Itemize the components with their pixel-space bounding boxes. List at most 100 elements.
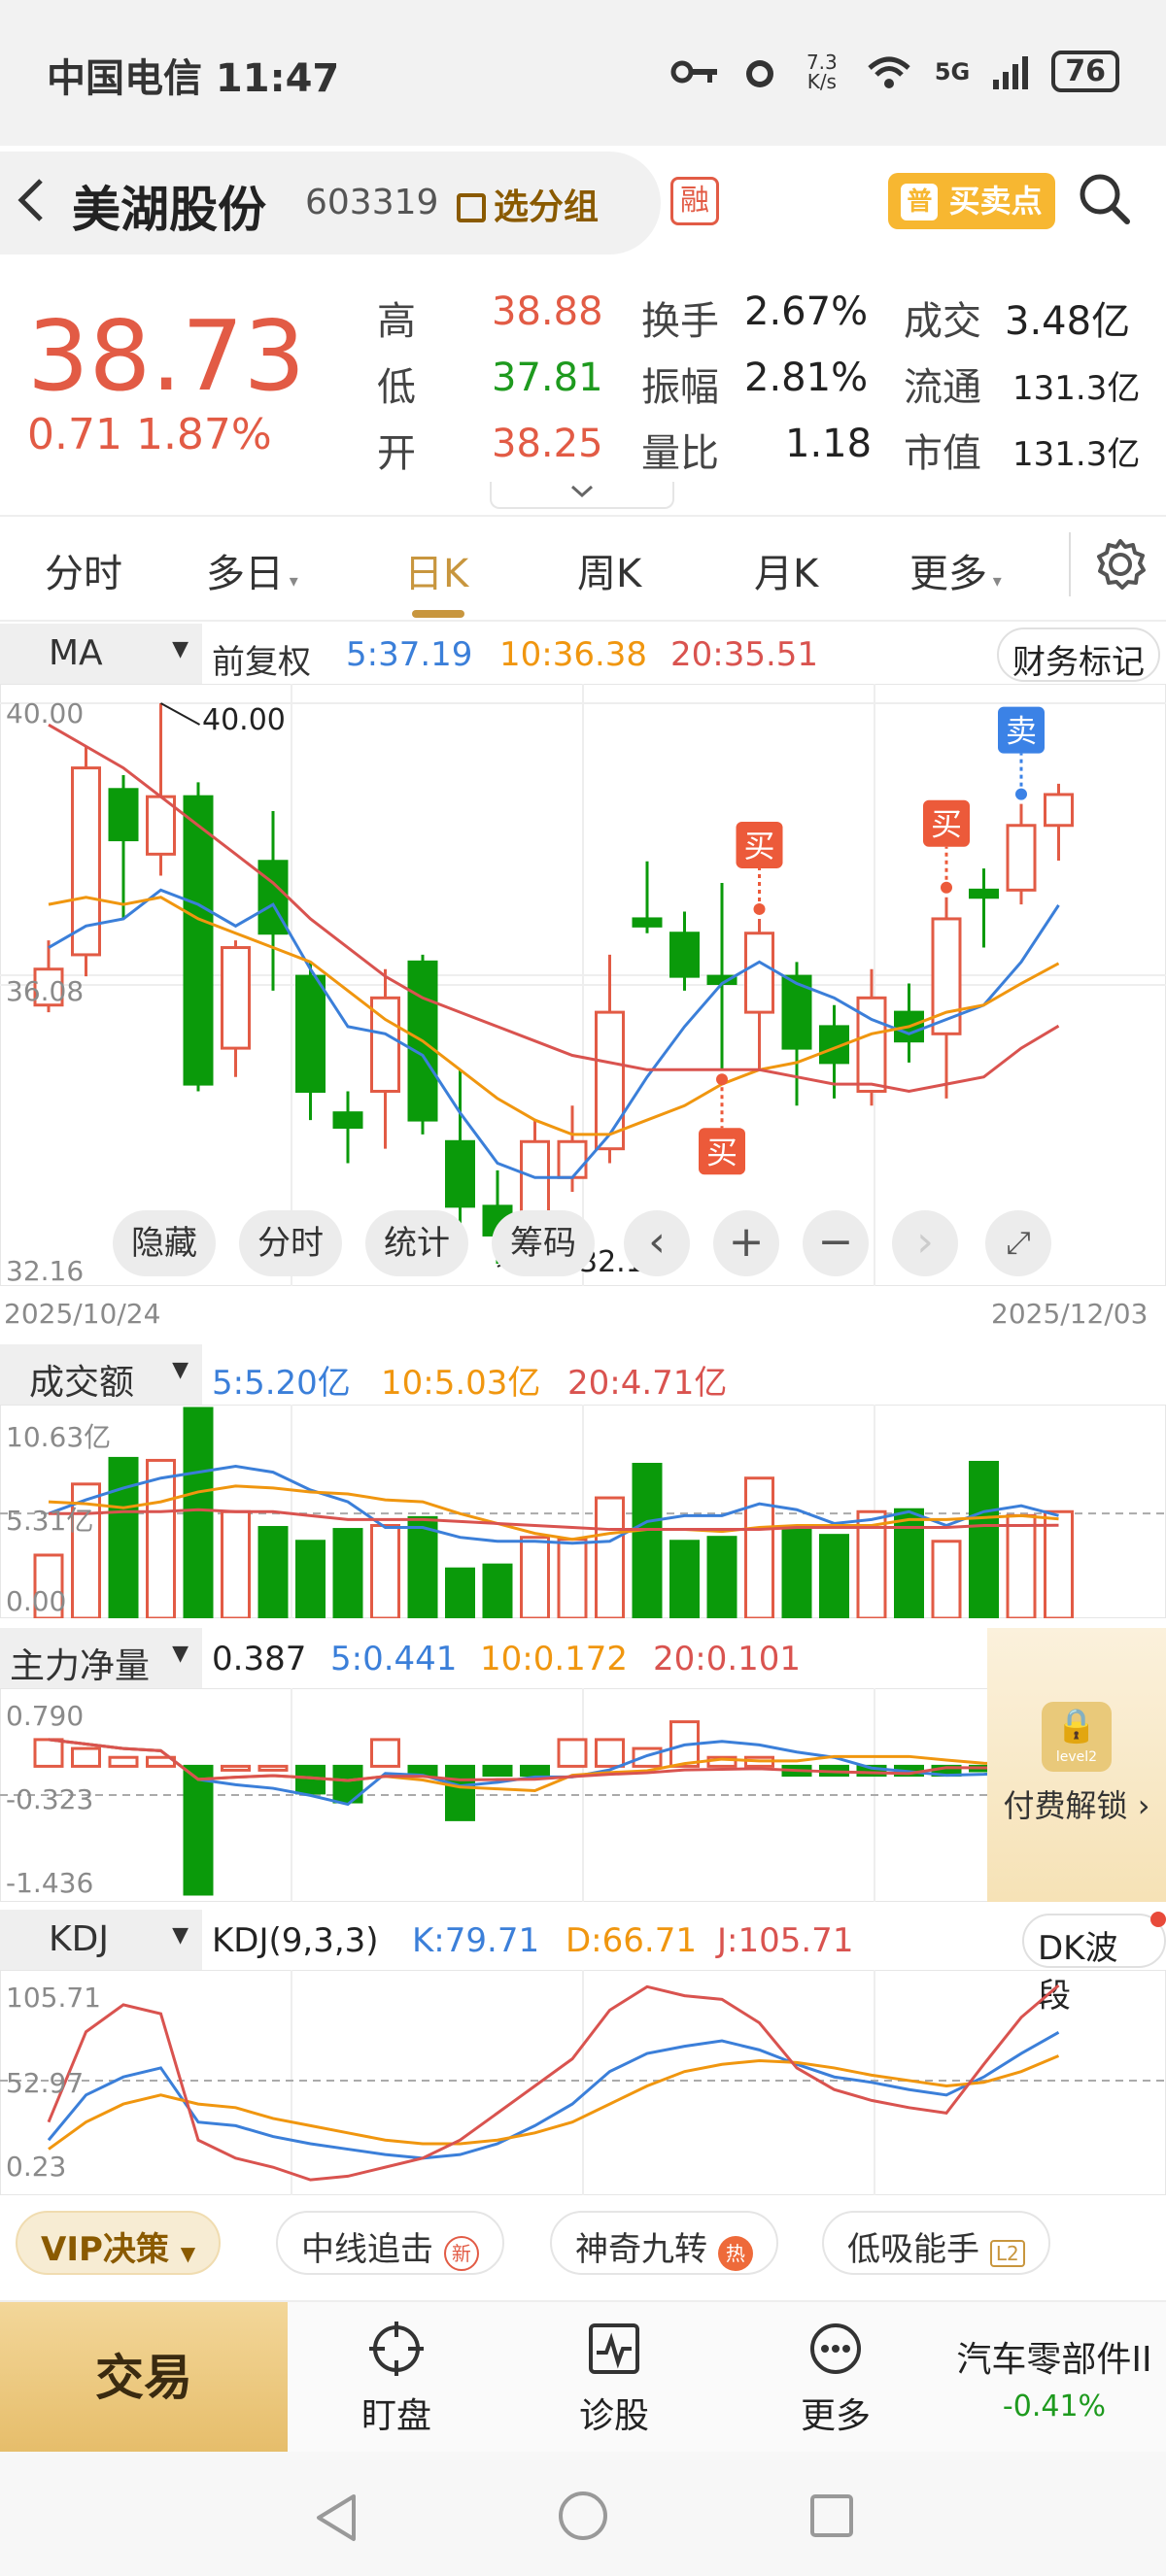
dk-band-button[interactable]: DK波段 [1022, 1914, 1166, 2016]
hide-button[interactable]: 隐藏 [113, 1210, 216, 1276]
sell-signal-label: 卖 [1006, 713, 1037, 750]
alarm-icon [745, 59, 773, 87]
nav-watch[interactable]: 盯盘 [319, 2320, 474, 2438]
period-tabs: 分时 多日 ▾ 日K 周K 月K 更多 ▾ [0, 515, 1166, 622]
home-circle-icon[interactable] [556, 2489, 610, 2543]
minus-icon: − [817, 1217, 854, 1267]
kdj-chart[interactable] [0, 1970, 1166, 2195]
buy-signal-label: 买 [931, 806, 962, 843]
checkbox-icon [457, 193, 486, 222]
y-axis-top-label: 40.00 [6, 697, 85, 729]
select-group-button[interactable]: 选分组 [457, 179, 599, 229]
zoom-in-button[interactable]: + [713, 1210, 779, 1276]
tab-multi-day[interactable]: 多日 ▾ [206, 542, 298, 598]
candlestick-chart[interactable]: 买买买卖 [0, 684, 1166, 1286]
flow-bar [520, 1764, 550, 1778]
adjust-mode[interactable]: 前复权 [212, 635, 311, 683]
volume-chart[interactable] [0, 1405, 1166, 1618]
back-triangle-icon[interactable] [311, 2491, 360, 2545]
kdj-j-value: J:105.71 [717, 1921, 854, 1960]
active-tab-indicator [412, 610, 464, 618]
flow-ma5-value: 5:0.441 [330, 1640, 458, 1678]
kdj-params: KDJ(9,3,3) [212, 1921, 379, 1960]
crosshair-icon [369, 2322, 424, 2376]
paid-unlock-panel[interactable]: 🔒 level2 付费解锁 › [987, 1628, 1166, 1902]
strategy-bar: VIP决策 ▼ 中线追击 新 神奇九转 热 低吸能手 L2 [0, 2197, 1166, 2300]
deal-value: 3.48亿 [1005, 299, 1131, 344]
recents-square-icon[interactable] [808, 2492, 855, 2539]
zoom-out-button[interactable]: − [803, 1210, 869, 1276]
kdj-j-line [47, 1983, 1060, 2182]
volume-selector[interactable]: 成交额 ▼ [0, 1344, 202, 1405]
price-change: 0.71 1.87% [27, 410, 272, 459]
select-group-label: 选分组 [494, 187, 600, 227]
tab-more-label: 更多 [909, 552, 987, 596]
amplitude-value: 2.81% [744, 356, 869, 400]
main-flow-selector[interactable]: 主力净量 ▼ [0, 1628, 202, 1688]
kdj-indicator-bar: KDJ ▼ KDJ(9,3,3) K:79.71 D:66.71 J:105.71… [0, 1910, 1166, 2016]
more-dots-icon [810, 2323, 861, 2374]
buy-signal-label: 买 [743, 828, 774, 864]
flow-bar [221, 1764, 251, 1772]
wifi-icon [868, 56, 910, 88]
pulse-chart-icon [589, 2323, 639, 2374]
kdj-d-line [48, 2054, 1060, 2151]
stats-button[interactable]: 统计 [365, 1210, 468, 1276]
candle-body [1006, 824, 1037, 892]
volume-bar [931, 1540, 962, 1618]
trade-button[interactable]: 交易 [0, 2302, 288, 2454]
tab-weekly-k[interactable]: 周K [577, 542, 641, 598]
chevron-left-icon [17, 179, 43, 221]
vip-decision-button[interactable]: VIP决策 ▼ [16, 2211, 222, 2275]
vol-ma10-value: 10:5.03亿 [381, 1364, 541, 1403]
kdj-selector[interactable]: KDJ ▼ [0, 1910, 202, 1970]
search-icon[interactable] [1073, 167, 1135, 229]
sector-name: 汽车零部件II [956, 2340, 1152, 2380]
plus-icon: + [728, 1217, 765, 1267]
strategy-low-buy[interactable]: 低吸能手 L2 [822, 2211, 1050, 2275]
signal-dot [753, 902, 766, 915]
scroll-right-button[interactable]: › [892, 1210, 958, 1276]
gear-icon[interactable] [1092, 536, 1149, 593]
strategy-low-buy-label: 低吸能手 [847, 2230, 979, 2269]
signal-icon [993, 55, 1029, 89]
back-button[interactable] [14, 173, 49, 240]
vol-ma20-value: 20:4.71亿 [567, 1364, 728, 1403]
lock-icon: 🔒 level2 [1042, 1702, 1112, 1772]
signal-dot [941, 881, 952, 894]
status-bar: 中国电信 11:47 7.3 K/s 5G 76 [0, 0, 1166, 146]
volume-bar [819, 1534, 849, 1618]
scroll-left-button[interactable]: ‹ [624, 1210, 690, 1276]
intraday-button[interactable]: 分时 [239, 1210, 342, 1276]
nav-more[interactable]: 更多 [758, 2320, 913, 2438]
flow-bar [445, 1764, 475, 1821]
net-type: 5G [934, 57, 971, 85]
fullscreen-button[interactable]: ⤢ [985, 1210, 1051, 1276]
tab-intraday[interactable]: 分时 [45, 542, 122, 598]
expand-quote-button[interactable] [490, 482, 674, 509]
candle-body [1044, 793, 1074, 828]
nav-diagnose[interactable]: 诊股 [536, 2320, 692, 2438]
candle-body [295, 974, 326, 1093]
chips-button[interactable]: 筹码 [492, 1210, 595, 1276]
volume-bar [669, 1540, 700, 1618]
strategy-nine-turn[interactable]: 神奇九转 热 [550, 2211, 778, 2275]
financial-mark-button[interactable]: 财务标记 [997, 627, 1160, 682]
sector-info[interactable]: 汽车零部件II -0.41% [943, 2331, 1166, 2423]
paid-unlock-text: 付费解锁 [1003, 1787, 1128, 1824]
tab-monthly-k[interactable]: 月K [754, 542, 818, 598]
l2-badge: L2 [989, 2240, 1025, 2267]
ma-selector[interactable]: MA ▼ [0, 624, 202, 684]
open-value: 38.25 [492, 422, 603, 466]
key-icon [670, 60, 717, 83]
flow-bar [482, 1764, 513, 1778]
carrier-time: 中国电信 11:47 [47, 56, 340, 101]
tab-more[interactable]: 更多 ▾ [909, 542, 1002, 598]
buy-sell-points-button[interactable]: 普 买卖点 [888, 173, 1055, 229]
main-flow-label: 主力净量 [10, 1646, 151, 1686]
flow-bar [33, 1738, 64, 1768]
tab-daily-k[interactable]: 日K [404, 542, 468, 598]
flow-bar [183, 1764, 214, 1896]
strategy-midline[interactable]: 中线追击 新 [276, 2211, 504, 2275]
volume-bar [969, 1460, 999, 1618]
